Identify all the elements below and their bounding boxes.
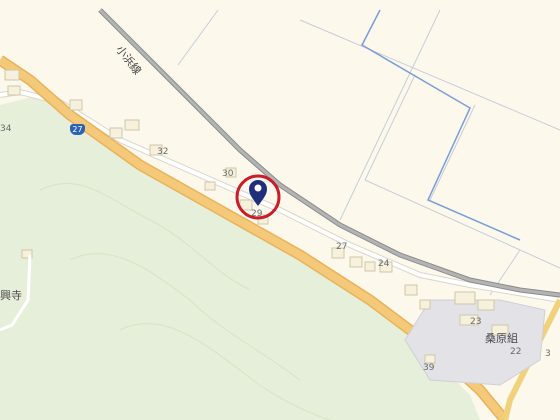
house-number: 27 bbox=[336, 242, 348, 252]
house-number: 32 bbox=[157, 147, 169, 157]
temple-label: 興寺 bbox=[0, 289, 22, 302]
house-number: 22 bbox=[510, 347, 522, 357]
house-number: 24 bbox=[378, 259, 390, 269]
house-number: 3 bbox=[545, 349, 551, 359]
house-number: 29 bbox=[251, 209, 263, 219]
house-number: 30 bbox=[222, 169, 234, 179]
route-shield-27: 27 bbox=[70, 124, 85, 135]
house-number: 23 bbox=[470, 317, 482, 327]
house-number: 34 bbox=[0, 124, 12, 134]
map-layer bbox=[0, 8, 560, 420]
company-label: 桑原組 bbox=[485, 332, 518, 345]
house-number: 39 bbox=[423, 363, 435, 373]
map-canvas[interactable]: 27 小浜線 34 32 30 29 27 24 23 22 39 3 興寺 桑… bbox=[0, 0, 560, 420]
